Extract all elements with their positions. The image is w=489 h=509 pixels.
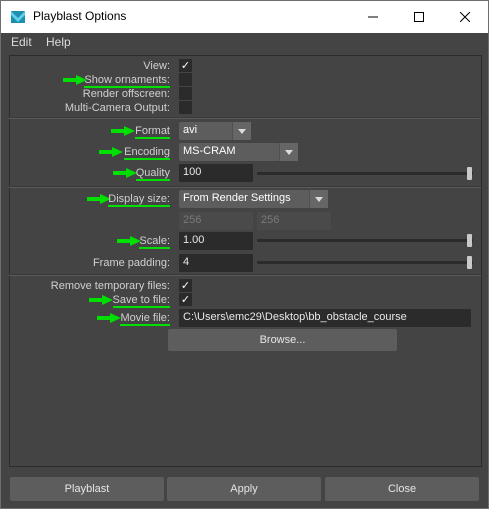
checkmark-icon: ✓: [180, 59, 191, 72]
display-size-dropdown[interactable]: From Render Settings: [179, 190, 328, 208]
multi-camera-output-checkbox[interactable]: [179, 101, 192, 114]
window-title: Playblast Options: [33, 9, 127, 23]
quality-slider-handle[interactable]: [467, 167, 472, 180]
format-dropdown[interactable]: avi: [179, 122, 251, 140]
save-to-file-label: Save to file:: [112, 294, 170, 308]
playblast-options-window: Playblast Options Edit Help View: ✓ Show…: [0, 0, 489, 509]
quality-slider-track[interactable]: [257, 172, 473, 175]
separator: [9, 274, 481, 276]
encoding-dropdown[interactable]: MS-CRAM: [179, 143, 298, 161]
frame-padding-slider-track[interactable]: [257, 261, 473, 264]
playblast-button[interactable]: Playblast: [10, 477, 164, 501]
menu-edit[interactable]: Edit: [11, 35, 32, 49]
maximize-button[interactable]: [396, 1, 442, 33]
checkmark-icon: ✓: [180, 293, 191, 306]
chevron-down-icon: [279, 143, 298, 161]
movie-file-label: Movie file:: [120, 312, 170, 326]
remove-temp-files-checkbox[interactable]: ✓: [179, 279, 192, 292]
display-size-label: Display size:: [108, 193, 170, 207]
minimize-button[interactable]: [350, 1, 396, 33]
quality-field[interactable]: 100: [179, 164, 253, 182]
scale-label: Scale:: [139, 235, 170, 249]
title-bar[interactable]: Playblast Options: [1, 1, 488, 33]
render-offscreen-checkbox[interactable]: [179, 87, 192, 100]
green-arrow-icon: [113, 168, 137, 178]
encoding-value: MS-CRAM: [183, 145, 236, 157]
green-arrow-icon: [117, 236, 141, 246]
remove-temp-files-label: Remove temporary files:: [50, 280, 170, 292]
menu-help[interactable]: Help: [46, 35, 71, 49]
display-width-field: 256: [179, 212, 253, 230]
scale-value: 1.00: [183, 234, 205, 246]
green-arrow-icon: [97, 313, 121, 323]
close-button[interactable]: Close: [325, 477, 479, 501]
maximize-icon: [414, 12, 424, 22]
quality-label: Quality: [135, 167, 170, 181]
format-label: Format: [135, 125, 170, 139]
checkmark-icon: ✓: [180, 279, 191, 292]
movie-file-path: C:\Users\emc29\Desktop\bb_obstacle_cours…: [183, 311, 407, 323]
separator: [9, 186, 481, 188]
chevron-down-icon: [309, 190, 328, 208]
quality-value: 100: [183, 166, 202, 178]
frame-padding-field[interactable]: 4: [179, 254, 253, 272]
browse-button[interactable]: Browse...: [168, 329, 397, 351]
display-size-value: From Render Settings: [183, 192, 291, 204]
chevron-down-icon: [232, 122, 251, 140]
frame-padding-value: 4: [183, 256, 190, 268]
show-ornaments-checkbox[interactable]: [179, 73, 192, 86]
movie-file-field[interactable]: C:\Users\emc29\Desktop\bb_obstacle_cours…: [179, 309, 471, 327]
separator: [9, 117, 481, 119]
green-arrow-icon: [63, 75, 87, 85]
close-window-button[interactable]: [442, 1, 488, 33]
format-value: avi: [183, 124, 198, 136]
display-height-field: 256: [257, 212, 331, 230]
frame-padding-slider-handle[interactable]: [467, 256, 472, 269]
close-icon: [460, 12, 470, 22]
display-height-value: 256: [261, 214, 280, 226]
frame-padding-label: Frame padding:: [92, 257, 170, 269]
view-checkbox[interactable]: ✓: [179, 59, 192, 72]
maya-app-icon: [11, 11, 25, 23]
menu-bar: Edit Help: [1, 33, 488, 51]
encoding-label: Encoding: [124, 146, 170, 160]
minimize-icon: [368, 16, 378, 18]
show-ornaments-label: Show ornaments:: [84, 74, 170, 88]
display-width-value: 256: [183, 214, 202, 226]
save-to-file-checkbox[interactable]: ✓: [179, 293, 192, 306]
view-label: View:: [143, 60, 170, 72]
green-arrow-icon: [99, 147, 123, 157]
multi-camera-output-label: Multi-Camera Output:: [64, 102, 170, 114]
scale-slider-track[interactable]: [257, 239, 473, 242]
apply-button[interactable]: Apply: [167, 477, 321, 501]
green-arrow-icon: [89, 295, 113, 305]
green-arrow-icon: [111, 126, 135, 136]
scale-slider-handle[interactable]: [467, 234, 472, 247]
scale-field[interactable]: 1.00: [179, 232, 253, 250]
render-offscreen-label: Render offscreen:: [82, 88, 170, 100]
